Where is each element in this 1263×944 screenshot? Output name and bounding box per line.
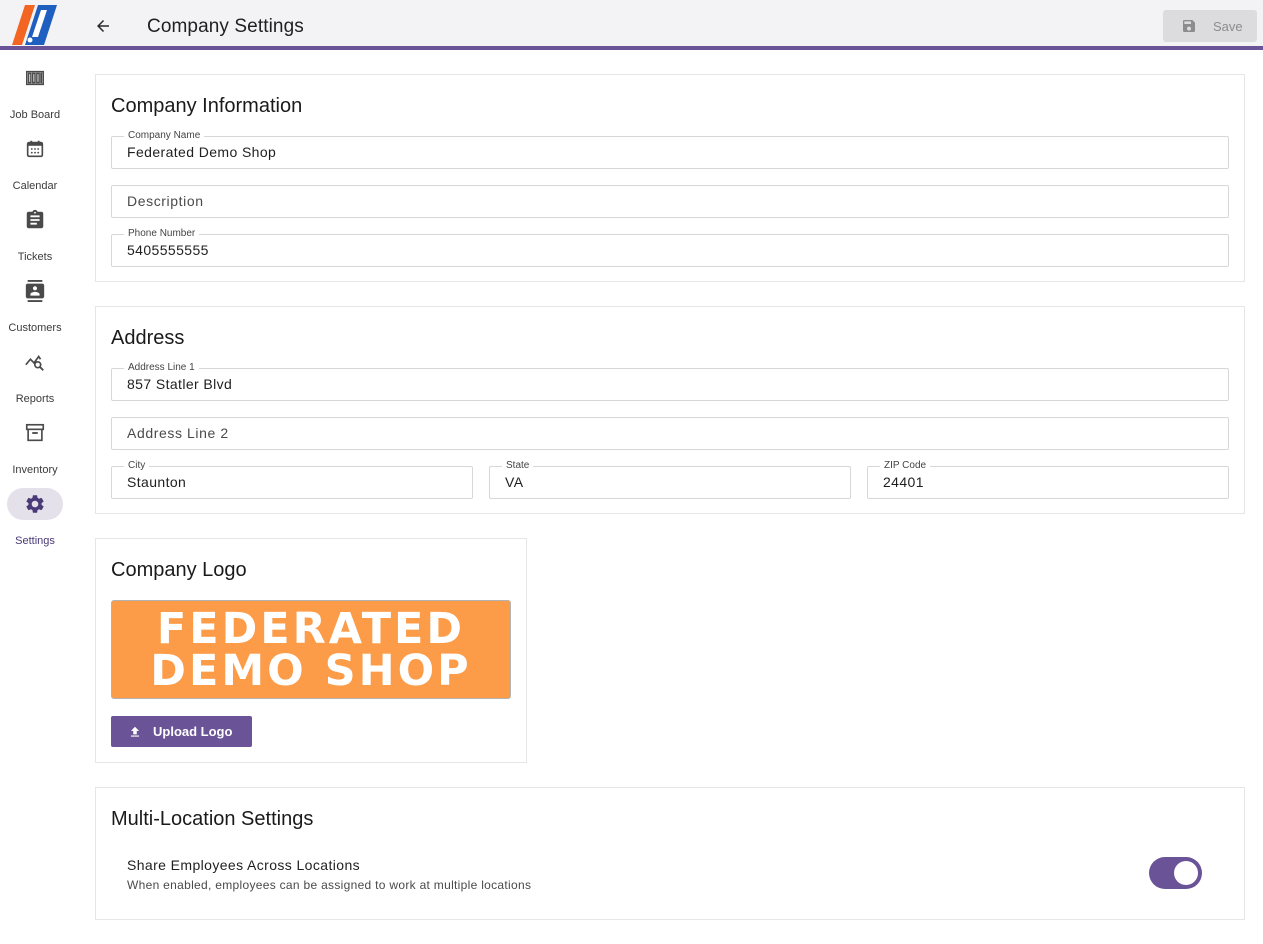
city-field[interactable]: City [111, 460, 473, 499]
toggle-knob [1174, 861, 1198, 885]
field-label: Company Name [124, 130, 205, 142]
phone-number-input[interactable] [127, 242, 1213, 258]
upload-logo-label: Upload Logo [153, 724, 233, 739]
logo-text-line-1: FEDERATED [156, 604, 466, 654]
save-label: Save [1213, 18, 1243, 34]
upload-icon [130, 726, 140, 737]
page-title: Company Settings [147, 16, 304, 37]
field-label: Address Line 1 [124, 362, 199, 374]
company-name-input[interactable] [127, 144, 1213, 160]
card-title: Address [111, 327, 185, 349]
card-title: Company Information [111, 95, 303, 117]
field-label: ZIP Code [880, 460, 931, 472]
sidebar-item-label: Settings [15, 535, 55, 547]
address-line-2-input[interactable] [127, 425, 1213, 441]
top-bar: Company Settings Save [0, 0, 1263, 50]
sidebar-item-tickets[interactable]: Tickets [0, 204, 70, 264]
sidebar-item-label: Calendar [12, 180, 58, 192]
query-stats-icon [7, 346, 63, 378]
sidebar-item-label: Reports [15, 393, 55, 405]
clipboard-icon [7, 204, 63, 236]
sidebar-item-settings[interactable]: Settings [0, 488, 70, 548]
upload-logo-button[interactable]: Upload Logo [111, 716, 252, 747]
address-card: Address Address Line 1 City State ZIP Co… [95, 306, 1245, 514]
field-label: State [502, 460, 534, 472]
share-employees-toggle[interactable] [1149, 857, 1202, 889]
arrow-back-icon [97, 20, 109, 32]
logo-text-line-2: DEMO SHOP [150, 646, 472, 696]
sidebar-item-customers[interactable]: Customers [0, 275, 70, 335]
back-button[interactable] [88, 11, 118, 41]
sidebar-item-inventory[interactable]: Inventory [0, 417, 70, 477]
contacts-icon [7, 275, 63, 307]
zip-code-field[interactable]: ZIP Code [867, 460, 1229, 499]
company-name-field[interactable]: Company Name [111, 130, 1229, 169]
company-information-card: Company Information Company Name Phone N… [95, 74, 1245, 282]
save-button[interactable]: Save [1163, 10, 1257, 42]
sidebar-item-job-board[interactable]: Job Board [0, 62, 70, 122]
save-icon [1183, 20, 1195, 32]
sidebar-item-label: Tickets [17, 251, 53, 263]
multi-location-settings-card: Multi-Location Settings Share Employees … [95, 787, 1245, 920]
gear-icon [7, 488, 63, 520]
address-line-1-field[interactable]: Address Line 1 [111, 362, 1229, 401]
state-field[interactable]: State [489, 460, 851, 499]
field-label: City [124, 460, 150, 472]
calendar-icon [7, 133, 63, 165]
share-employees-description: When enabled, employees can be assigned … [127, 878, 532, 892]
sidebar-item-reports[interactable]: Reports [0, 346, 70, 406]
company-logo-image: FEDERATED DEMO SHOP [111, 600, 511, 699]
city-input[interactable] [127, 474, 457, 490]
description-input[interactable] [127, 193, 1213, 209]
sidebar-item-calendar[interactable]: Calendar [0, 133, 70, 193]
sidebar-item-label: Customers [8, 322, 62, 334]
description-field[interactable] [111, 185, 1229, 218]
share-employees-title: Share Employees Across Locations [127, 857, 361, 873]
card-title: Company Logo [111, 559, 247, 581]
sidebar-item-label: Inventory [12, 464, 58, 476]
sidebar-item-label: Job Board [9, 109, 61, 121]
view-column-icon [7, 62, 63, 94]
address-line-1-input[interactable] [127, 376, 1213, 392]
card-title: Multi-Location Settings [111, 808, 314, 830]
field-label: Phone Number [124, 228, 200, 240]
app-logo[interactable] [11, 3, 59, 45]
state-input[interactable] [505, 474, 835, 490]
company-logo-card: Company Logo FEDERATED DEMO SHOP Upload … [95, 538, 527, 763]
address-line-2-field[interactable] [111, 417, 1229, 450]
archive-icon [7, 417, 63, 449]
phone-number-field[interactable]: Phone Number [111, 228, 1229, 267]
zip-code-input[interactable] [883, 474, 1213, 490]
